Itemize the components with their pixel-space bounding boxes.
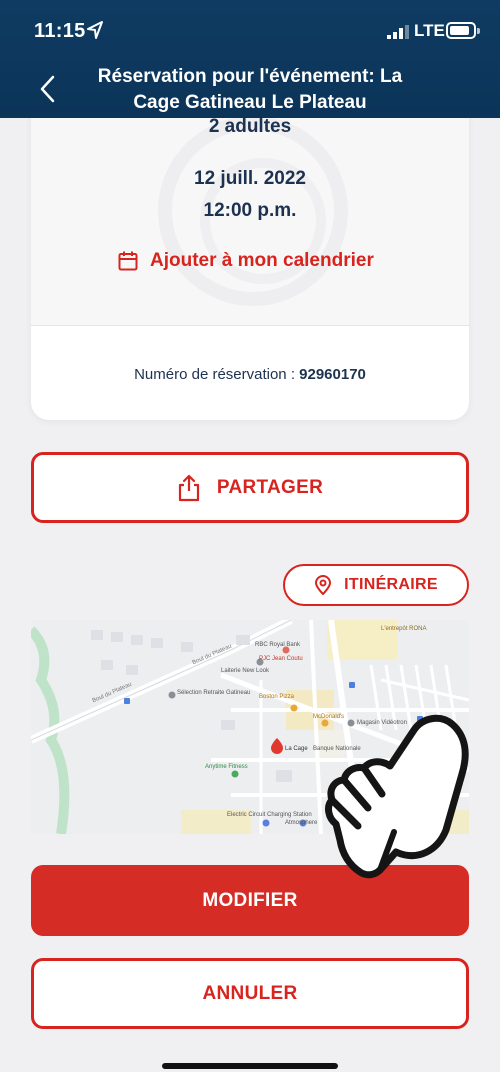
reservation-number-label: Numéro de réservation : [134, 366, 300, 383]
reservation-card: 2 adultes 12 juill. 2022 12:00 p.m. Ajou… [31, 70, 469, 420]
back-chevron-icon[interactable] [36, 72, 60, 106]
modify-label: MODIFIER [202, 889, 298, 911]
location-arrow-icon [87, 21, 103, 39]
map-label: RBC Royal Bank [255, 642, 301, 648]
map-label: L'entrepôt RONA [381, 626, 427, 632]
cancel-label: ANNULER [202, 982, 298, 1004]
signal-icon [387, 25, 409, 39]
share-label: PARTAGER [216, 476, 324, 498]
network-label: LTE [414, 21, 445, 40]
map-label: Laiterie New Look [221, 668, 270, 674]
directions-label: ITINÉRAIRE [344, 576, 438, 593]
home-indicator [162, 1063, 338, 1069]
reservation-number-value: 92960170 [299, 366, 366, 383]
map-label: Atmosphere [285, 820, 318, 826]
add-to-calendar-link[interactable]: Ajouter à mon calendrier [118, 248, 374, 274]
reservation-number: Numéro de réservation : 92960170 [31, 366, 469, 383]
status-bar: 11:15 LTE [0, 0, 500, 62]
directions-button[interactable]: ITINÉRAIRE [283, 564, 469, 606]
map-label: La Cage [285, 746, 308, 752]
guest-count: 2 adultes [208, 116, 292, 137]
pointing-hand-icon [325, 714, 469, 879]
map-label: Sélection Retraite Gatineau [177, 690, 251, 696]
cancel-button[interactable]: ANNULER [31, 958, 469, 1029]
reservation-date: 12 juill. 2022 [194, 168, 306, 189]
share-icon [178, 474, 199, 501]
battery-icon [446, 22, 480, 39]
reservation-time: 12:00 p.m. [203, 200, 297, 221]
map-label: PJC Jean Coutu [259, 656, 303, 662]
map-label: Electric Circuit Charging Station [227, 812, 312, 818]
map-label: Anytime Fitness [205, 764, 248, 770]
page-title: Réservation pour l'événement: La Cage Ga… [97, 66, 403, 113]
status-time: 11:15 [34, 20, 86, 42]
share-button[interactable]: PARTAGER [31, 452, 469, 523]
map-label: Boston Pizza [259, 694, 295, 700]
add-to-calendar-label: Ajouter à mon calendrier [150, 250, 374, 271]
app-header: 11:15 LTE Réservation pour l'événement: … [0, 0, 500, 118]
calendar-icon [118, 251, 138, 271]
map-pin-icon [315, 575, 332, 595]
